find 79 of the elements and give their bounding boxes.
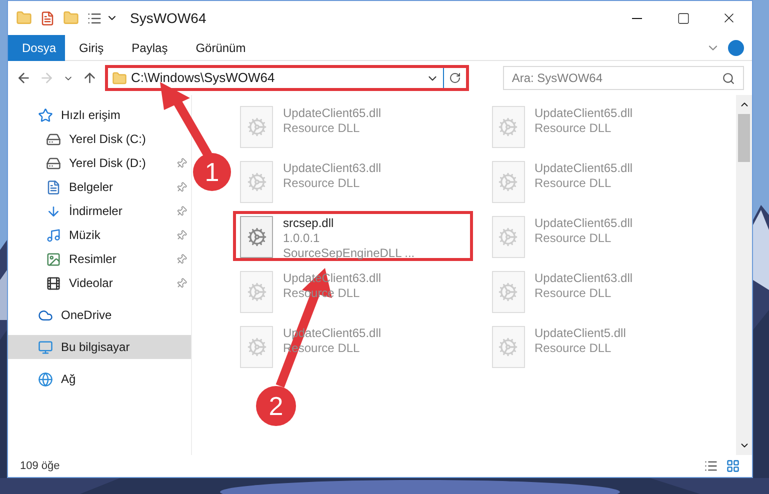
document-icon	[46, 180, 61, 194]
refresh-icon[interactable]	[449, 72, 462, 84]
dll-file-icon	[492, 161, 524, 203]
scrollbar[interactable]	[736, 95, 752, 455]
callout-number: 1	[204, 158, 220, 186]
file-detail: Resource DLL	[534, 121, 612, 136]
monitor-icon	[38, 340, 53, 354]
dll-file-icon	[492, 326, 524, 368]
item-count: 109 öğe	[20, 458, 61, 474]
sidebar-item[interactable]: Videolar	[8, 271, 191, 295]
file-detail: Resource DLL	[534, 231, 612, 246]
sidebar-item[interactable]: Ağ	[8, 367, 80, 391]
dll-file-icon	[240, 106, 273, 148]
address-bar[interactable]: C:\Windows\SysWOW64	[104, 65, 470, 91]
callout-badge	[193, 153, 231, 191]
dll-file-icon	[492, 106, 524, 148]
file-name: UpdateClient65.dll	[283, 106, 382, 121]
dll-file-icon	[492, 271, 524, 313]
dll-file-icon	[240, 216, 273, 258]
sidebar-item[interactable]: Hızlı erişim	[8, 103, 124, 127]
film-icon	[46, 276, 61, 290]
large-icons-view-icon[interactable]	[726, 459, 740, 473]
sidebar-item[interactable]: Yerel Disk (D:)	[8, 151, 191, 175]
folder-icon[interactable]	[16, 10, 32, 26]
window-title: SysWOW64	[130, 8, 208, 28]
sidebar-item[interactable]: İndirmeler	[8, 199, 191, 223]
file-name: srcsep.dll	[283, 216, 335, 231]
callout-badge	[256, 386, 296, 426]
ribbon-tab[interactable]: Dosya	[8, 34, 65, 60]
globe-icon	[38, 372, 53, 386]
ribbon-tab[interactable]: Giriş	[65, 34, 118, 60]
search-placeholder: Ara: SysWOW64	[512, 70, 604, 87]
back-button[interactable]	[16, 70, 32, 86]
file-name: UpdateClient65.dll	[534, 106, 633, 121]
sidebar-item[interactable]: Resimler	[8, 247, 191, 271]
file-name: UpdateClient65.dll	[534, 161, 633, 176]
callout-number: 2	[268, 392, 284, 420]
file-detail: Resource DLL	[534, 286, 612, 301]
down-arrow-icon	[46, 204, 61, 218]
ribbon-tab[interactable]: Paylaş	[118, 34, 182, 60]
scrollbar-thumb[interactable]	[738, 114, 750, 162]
ribbon-tab[interactable]: Görünüm	[182, 34, 260, 60]
search-field[interactable]: Ara: SysWOW64	[502, 66, 744, 90]
file-name: UpdateClient63.dll	[283, 161, 382, 176]
search-icon	[722, 72, 735, 84]
sidebar-item[interactable]: Bu bilgisayar	[8, 335, 191, 359]
file-item[interactable]: srcsep.dll 1.0.0.1 SourceSepEngineDLL ...	[233, 211, 473, 261]
sidebar-item[interactable]: Müzik	[8, 223, 191, 247]
drive-icon	[46, 156, 61, 170]
dll-file-icon	[492, 216, 524, 258]
file-detail: Resource DLL	[534, 341, 612, 356]
properties-icon[interactable]	[40, 10, 55, 26]
sidebar-item[interactable]: Belgeler	[8, 175, 191, 199]
sidebar-item[interactable]: Yerel Disk (C:)	[8, 127, 150, 151]
file-detail: 1.0.0.1	[283, 231, 321, 246]
new-folder-icon[interactable]	[63, 10, 79, 26]
address-path: C:\Windows\SysWOW64	[130, 69, 276, 88]
toolbar-icon[interactable]	[87, 10, 102, 26]
file-description: SourceSepEngineDLL ...	[283, 246, 415, 261]
dll-file-icon	[240, 271, 273, 313]
music-note-icon	[46, 228, 61, 242]
folder-icon	[112, 70, 127, 86]
dll-file-icon	[240, 326, 273, 368]
up-button[interactable]	[82, 70, 97, 86]
drive-icon	[46, 132, 61, 146]
file-detail: Resource DLL	[283, 121, 361, 136]
file-name: UpdateClient65.dll	[534, 216, 633, 231]
star-icon	[38, 108, 53, 122]
file-detail: Resource DLL	[283, 176, 361, 191]
maximize-icon	[676, 12, 690, 24]
cloud-icon	[38, 308, 53, 322]
help-icon[interactable]	[728, 40, 744, 56]
file-name: UpdateClient5.dll	[534, 326, 626, 341]
image-icon	[46, 252, 61, 266]
file-name: UpdateClient63.dll	[534, 271, 633, 286]
sidebar-item[interactable]: OneDrive	[8, 303, 116, 327]
dll-file-icon	[240, 161, 273, 203]
file-detail: Resource DLL	[534, 176, 612, 191]
details-view-icon[interactable]	[704, 459, 718, 473]
